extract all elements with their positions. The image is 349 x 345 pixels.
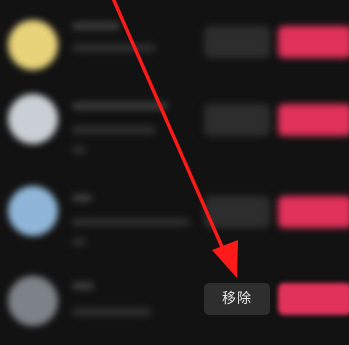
item-title	[72, 102, 168, 110]
avatar	[8, 20, 58, 70]
secondary-button[interactable]	[204, 196, 270, 228]
primary-button[interactable]	[278, 283, 349, 315]
avatar	[8, 94, 58, 144]
remove-button[interactable]: 移除	[204, 283, 270, 315]
item-subtitle	[72, 308, 152, 316]
item-subtitle	[72, 126, 156, 134]
secondary-button[interactable]	[204, 104, 270, 136]
phone-screen: 移除	[0, 0, 349, 345]
item-title	[72, 194, 92, 202]
item-meta	[72, 146, 86, 154]
item-meta	[72, 238, 86, 246]
item-subtitle	[72, 218, 190, 226]
list-item[interactable]	[0, 172, 349, 262]
primary-button[interactable]	[278, 196, 349, 228]
avatar	[8, 186, 58, 236]
primary-button[interactable]	[278, 26, 349, 58]
secondary-button[interactable]	[204, 26, 270, 58]
item-title	[72, 282, 94, 290]
item-subtitle	[72, 44, 156, 52]
list-item[interactable]	[0, 0, 349, 82]
primary-button[interactable]	[278, 104, 349, 136]
item-title	[72, 22, 120, 30]
avatar	[8, 276, 58, 326]
list-item[interactable]	[0, 80, 349, 170]
